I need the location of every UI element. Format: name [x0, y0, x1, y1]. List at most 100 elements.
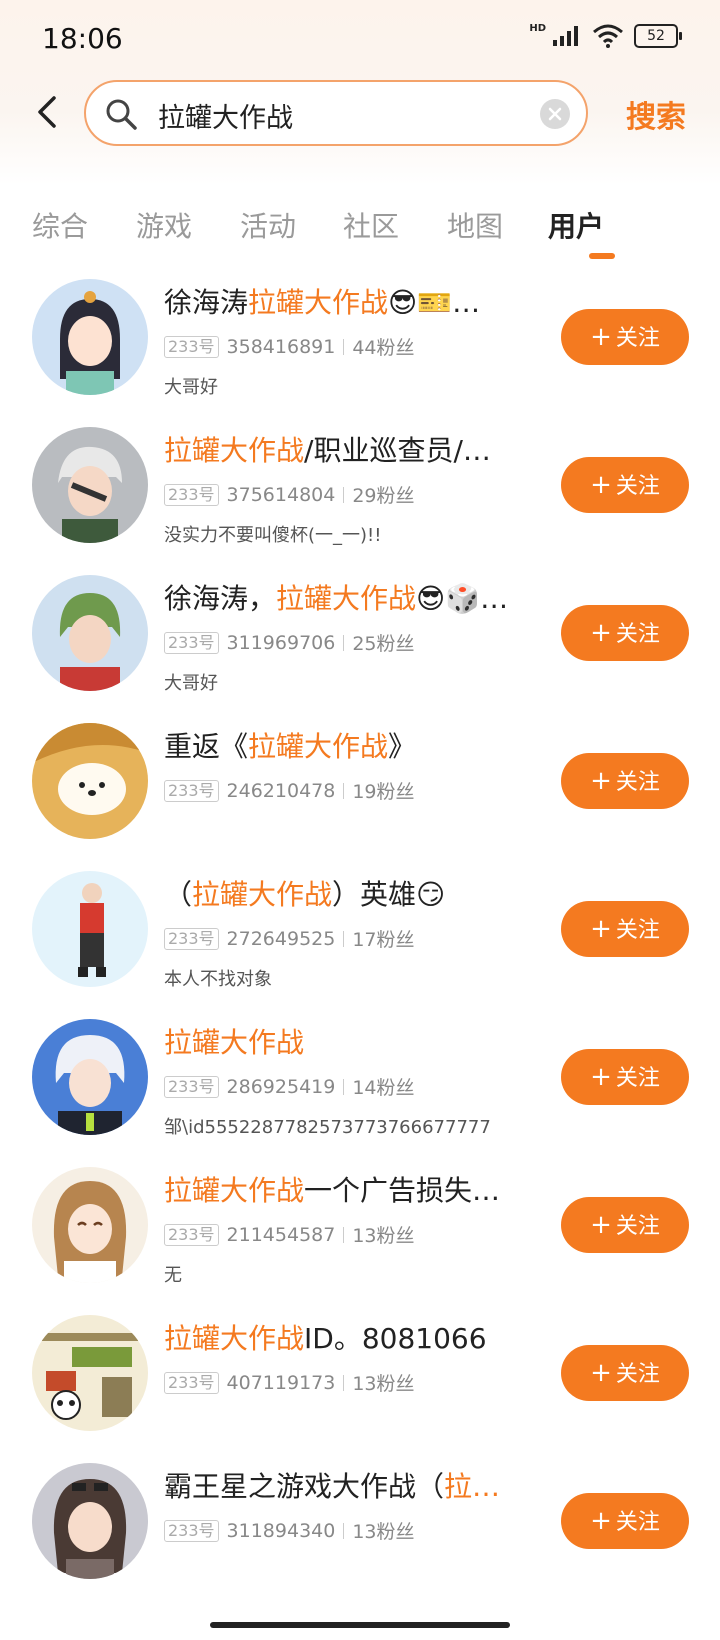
user-row[interactable]: 拉罐大作战/职业巡查员/… 233号 375614804 29粉丝 没实力不要叫…	[0, 415, 720, 563]
name-text: 徐海涛	[164, 286, 249, 319]
tab-indicator	[589, 253, 615, 259]
tab-games[interactable]: 游戏	[136, 205, 192, 245]
follow-label: 关注	[615, 1066, 660, 1091]
clear-icon[interactable]	[540, 99, 570, 129]
search-query: 拉罐大作战	[158, 103, 293, 134]
user-name: 徐海涛拉罐大作战😎🎫…	[164, 281, 506, 321]
name-highlight: 拉罐大作战	[164, 434, 305, 467]
search-row: 拉罐大作战 搜索	[0, 78, 720, 148]
name-text: 😎🎲…	[416, 582, 506, 615]
avatar[interactable]	[32, 1167, 148, 1283]
divider	[343, 1078, 345, 1095]
user-name: 重返《拉罐大作战》	[164, 725, 506, 765]
divider	[343, 338, 345, 355]
follow-button[interactable]: + 关注	[561, 309, 689, 365]
user-row[interactable]: （拉罐大作战）英雄😏 233号 272649525 17粉丝 本人不找对象 + 关…	[0, 859, 720, 1007]
divider	[343, 1374, 345, 1391]
name-text: 一个广告损失…	[304, 1174, 501, 1207]
user-row[interactable]: 重返《拉罐大作战》 233号 246210478 19粉丝 + 关注	[0, 711, 720, 859]
search-button[interactable]: 搜索	[626, 92, 686, 136]
name-text: ）英雄😏	[332, 878, 446, 911]
avatar[interactable]	[32, 1463, 148, 1579]
plus-icon: +	[590, 1506, 612, 1536]
divider	[343, 1226, 345, 1243]
user-bio: 大哥好	[164, 673, 218, 694]
name-highlight: 拉罐大作战	[164, 1026, 305, 1059]
name-text: 徐海涛，	[164, 582, 277, 615]
follow-button[interactable]: + 关注	[561, 901, 689, 957]
id-badge: 233号	[164, 631, 219, 654]
user-meta: 233号 246210478 19粉丝	[164, 777, 415, 804]
avatar[interactable]	[32, 1315, 148, 1431]
tab-maps[interactable]: 地图	[447, 205, 503, 245]
user-bio: 邹\id5552287782573773766677777	[164, 1117, 491, 1138]
divider	[343, 486, 345, 503]
name-text: 霸王星之游戏大作战（	[164, 1470, 445, 1503]
name-text: ID。8081066	[304, 1322, 487, 1355]
follow-button[interactable]: + 关注	[561, 753, 689, 809]
avatar[interactable]	[32, 871, 148, 987]
user-row[interactable]: 拉罐大作战一个广告损失… 233号 211454587 13粉丝 无 + 关注	[0, 1155, 720, 1303]
user-row[interactable]: 徐海涛，拉罐大作战😎🎲… 233号 311969706 25粉丝 大哥好 + 关注	[0, 563, 720, 711]
name-text: 😎🎫…	[388, 286, 481, 319]
avatar[interactable]	[32, 279, 148, 395]
avatar[interactable]	[32, 575, 148, 691]
name-highlight: 拉罐大作战	[276, 582, 417, 615]
follow-button[interactable]: + 关注	[561, 457, 689, 513]
follow-label: 关注	[615, 1214, 660, 1239]
fans-count: 17粉丝	[352, 929, 415, 951]
user-list: 徐海涛拉罐大作战😎🎫… 233号 358416891 44粉丝 大哥好 + 关注 …	[0, 267, 720, 1599]
user-row[interactable]: 拉罐大作战 233号 286925419 14粉丝 邹\id5552287782…	[0, 1007, 720, 1155]
tab-events[interactable]: 活动	[240, 205, 296, 245]
wifi-icon	[593, 24, 623, 48]
fans-count: 13粉丝	[352, 1225, 415, 1247]
follow-button[interactable]: + 关注	[561, 1049, 689, 1105]
user-row[interactable]: 徐海涛拉罐大作战😎🎫… 233号 358416891 44粉丝 大哥好 + 关注	[0, 267, 720, 415]
user-meta: 233号 311969706 25粉丝	[164, 629, 415, 656]
user-meta: 233号 272649525 17粉丝	[164, 925, 415, 952]
follow-button[interactable]: + 关注	[561, 605, 689, 661]
plus-icon: +	[590, 1062, 612, 1092]
user-row[interactable]: 霸王星之游戏大作战（拉… 233号 311894340 13粉丝 + 关注	[0, 1451, 720, 1599]
name-highlight: 拉罐大作战	[164, 1174, 305, 1207]
name-highlight: 拉罐大作战	[192, 878, 333, 911]
avatar[interactable]	[32, 427, 148, 543]
avatar[interactable]	[32, 1019, 148, 1135]
fans-count: 29粉丝	[352, 485, 415, 507]
follow-button[interactable]: + 关注	[561, 1345, 689, 1401]
search-input[interactable]: 拉罐大作战	[84, 80, 588, 146]
user-name: 霸王星之游戏大作战（拉…	[164, 1465, 506, 1505]
user-bio: 本人不找对象	[164, 969, 272, 990]
plus-icon: +	[590, 322, 612, 352]
back-arrow-icon[interactable]	[28, 92, 68, 132]
user-id: 211454587	[226, 1223, 336, 1246]
name-highlight: 拉…	[444, 1470, 501, 1503]
user-id: 311969706	[226, 631, 336, 654]
fans-count: 13粉丝	[352, 1521, 415, 1543]
name-highlight: 拉罐大作战	[164, 1322, 305, 1355]
avatar[interactable]	[32, 723, 148, 839]
user-id: 272649525	[226, 927, 336, 950]
tab-users[interactable]: 用户	[548, 205, 604, 245]
id-badge: 233号	[164, 1371, 219, 1394]
divider	[343, 634, 345, 651]
user-id: 246210478	[226, 779, 336, 802]
id-badge: 233号	[164, 779, 219, 802]
follow-button[interactable]: + 关注	[561, 1493, 689, 1549]
user-name: 徐海涛，拉罐大作战😎🎲…	[164, 577, 506, 617]
home-indicator[interactable]	[210, 1622, 510, 1628]
user-bio: 没实力不要叫傻杯(一_一)!!	[164, 525, 382, 546]
user-name: （拉罐大作战）英雄😏	[164, 873, 506, 913]
status-bar: 18:06 HD 52	[0, 0, 720, 80]
follow-label: 关注	[615, 770, 660, 795]
user-id: 407119173	[226, 1371, 336, 1394]
signal-icon	[553, 26, 578, 46]
user-row[interactable]: 拉罐大作战ID。8081066 233号 407119173 13粉丝 + 关注	[0, 1303, 720, 1451]
tab-community[interactable]: 社区	[343, 205, 399, 245]
fans-count: 13粉丝	[352, 1373, 415, 1395]
name-highlight: 拉罐大作战	[248, 286, 389, 319]
fans-count: 44粉丝	[352, 337, 415, 359]
search-icon	[106, 99, 137, 130]
follow-button[interactable]: + 关注	[561, 1197, 689, 1253]
tab-comprehensive[interactable]: 综合	[32, 205, 88, 245]
